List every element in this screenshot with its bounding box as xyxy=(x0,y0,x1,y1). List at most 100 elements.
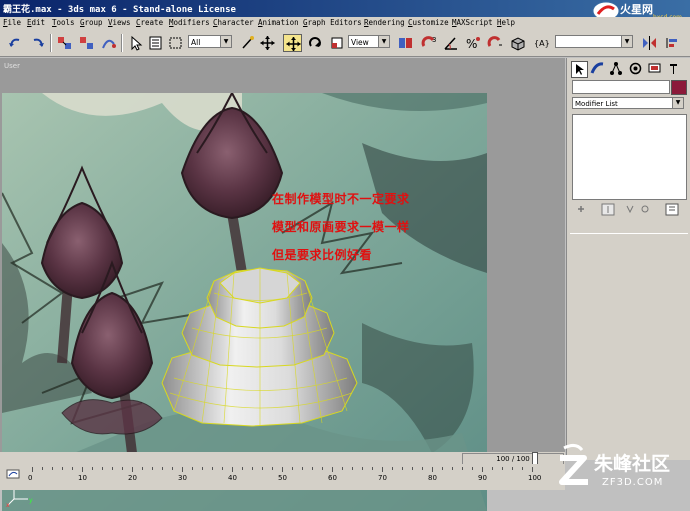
track-minor-tick xyxy=(392,467,393,470)
track-minor-tick xyxy=(452,467,453,470)
menu-edit[interactable]: Edit xyxy=(27,18,45,27)
track-tick-label: 60 xyxy=(328,474,337,482)
angle-snap-icon[interactable] xyxy=(442,34,461,52)
align-icon[interactable] xyxy=(663,34,682,52)
mirror-icon[interactable] xyxy=(640,34,659,52)
bind-to-space-warp-icon[interactable] xyxy=(99,34,118,52)
track-tick xyxy=(382,467,383,472)
track-tick-label: 80 xyxy=(428,474,437,482)
object-color-swatch[interactable] xyxy=(671,80,687,95)
annotation-line-3: 但是要求比例好看 xyxy=(272,248,373,262)
track-minor-tick xyxy=(402,467,403,470)
menu-file[interactable]: File xyxy=(3,18,21,27)
select-and-move-icon[interactable] xyxy=(258,34,277,52)
track-tick xyxy=(82,467,83,472)
track-minor-tick xyxy=(492,467,493,470)
track-tick xyxy=(282,467,283,472)
track-tick xyxy=(332,467,333,472)
track-tick-label: 50 xyxy=(278,474,287,482)
track-tick-label: 10 xyxy=(78,474,87,482)
track-tick xyxy=(432,467,433,472)
svg-text:{A}: {A} xyxy=(534,39,550,48)
percent-snap-icon[interactable]: % xyxy=(464,34,483,52)
annotation-line-1: 在制作模型时不一定要求 xyxy=(272,192,410,206)
create-tab-icon[interactable] xyxy=(571,61,588,78)
track-minor-tick xyxy=(212,467,213,470)
time-slider[interactable]: 100 / 100 xyxy=(0,452,565,466)
select-and-link-magnet-icon[interactable]: 3 xyxy=(420,34,439,52)
track-minor-tick xyxy=(422,467,423,470)
select-and-scale-icon[interactable] xyxy=(328,34,347,52)
track-tick xyxy=(232,467,233,472)
zf3d-watermark: 朱峰社区 ZF3D.COM xyxy=(559,443,670,488)
hierarchy-tab-icon[interactable] xyxy=(609,61,624,76)
named-selection-sets-dropdown[interactable]: ▼ xyxy=(555,35,633,48)
track-minor-tick xyxy=(242,467,243,470)
viewport-scene[interactable]: x y z xyxy=(2,93,487,511)
select-and-move-active-icon[interactable] xyxy=(283,34,302,52)
track-minor-tick xyxy=(412,467,413,470)
menu-tools[interactable]: Tools xyxy=(52,18,75,27)
undo-icon[interactable] xyxy=(6,34,25,52)
menu-bar: File Edit Tools Group Views Create Modif… xyxy=(0,17,690,32)
track-minor-tick xyxy=(262,467,263,470)
motion-tab-icon[interactable] xyxy=(628,61,643,76)
menu-graph-editors[interactable]: Graph Editors xyxy=(303,18,362,27)
select-and-manipulate-icon[interactable] xyxy=(238,34,257,52)
title-bar: 霸王花.max - 3ds max 6 - Stand-alone Licens… xyxy=(0,0,690,21)
track-tick xyxy=(482,467,483,472)
svg-text:y: y xyxy=(29,497,33,504)
track-minor-tick xyxy=(302,467,303,470)
object-name-field[interactable] xyxy=(572,80,670,94)
utilities-tab-icon[interactable] xyxy=(666,61,681,76)
select-and-rotate-icon[interactable] xyxy=(306,34,325,52)
unlink-selection-icon[interactable] xyxy=(77,34,96,52)
track-minor-tick xyxy=(112,467,113,470)
menu-modifiers[interactable]: Modifiers xyxy=(169,18,210,27)
menu-help[interactable]: Help xyxy=(497,18,515,27)
track-minor-tick xyxy=(202,467,203,470)
use-pivot-center-icon[interactable] xyxy=(396,34,415,52)
modifier-stack[interactable] xyxy=(572,114,687,200)
track-bar[interactable]: 0 10 20 30 40 50 60 70 80 90 100 xyxy=(0,464,565,490)
track-minor-tick xyxy=(222,467,223,470)
menu-animation[interactable]: Animation xyxy=(258,18,299,27)
select-and-link-icon[interactable] xyxy=(55,34,74,52)
display-tab-icon[interactable] xyxy=(647,61,662,76)
rectangular-selection-icon[interactable] xyxy=(166,34,185,52)
track-minor-tick xyxy=(42,467,43,470)
window-title: 霸王花.max - 3ds max 6 - Stand-alone Licens… xyxy=(3,5,236,15)
menu-character[interactable]: Character xyxy=(213,18,254,27)
select-object-icon[interactable] xyxy=(126,34,145,52)
menu-rendering[interactable]: Rendering xyxy=(364,18,405,27)
track-tick xyxy=(32,467,33,472)
modify-tab-icon[interactable] xyxy=(590,61,605,76)
menu-group[interactable]: Group xyxy=(80,18,103,27)
named-selection-icon[interactable] xyxy=(508,34,527,52)
menu-views[interactable]: Views xyxy=(108,18,131,27)
track-minor-tick xyxy=(512,467,513,470)
track-tick-label: 70 xyxy=(378,474,387,482)
track-minor-tick xyxy=(192,467,193,470)
menu-customize[interactable]: Customize xyxy=(408,18,449,27)
menu-create[interactable]: Create xyxy=(136,18,163,27)
track-minor-tick xyxy=(172,467,173,470)
modifier-list-dropdown[interactable]: Modifier List ▼ xyxy=(572,97,684,109)
select-by-name-icon[interactable] xyxy=(146,34,165,52)
track-minor-tick xyxy=(102,467,103,470)
viewport-label[interactable]: User xyxy=(4,62,20,70)
command-panel: Modifier List ▼ xyxy=(566,58,690,460)
selection-filter-dropdown[interactable]: All ▼ xyxy=(188,35,232,48)
menu-maxscript[interactable]: MAXScript xyxy=(452,18,493,27)
mini-curve-editor-icon[interactable] xyxy=(6,467,20,481)
edit-named-selections-icon[interactable]: {A} xyxy=(532,34,551,52)
track-tick xyxy=(132,467,133,472)
redo-icon[interactable] xyxy=(28,34,47,52)
track-minor-tick xyxy=(92,467,93,470)
viewport[interactable]: User x y 在制作模型时不一定要求 模型和原画要求一模一样 但是要求比例好… xyxy=(0,58,565,511)
track-tick-label: 90 xyxy=(478,474,487,482)
spinner-snap-icon[interactable] xyxy=(486,34,505,52)
reference-coordinate-dropdown[interactable]: View ▼ xyxy=(348,35,390,48)
track-minor-tick xyxy=(372,467,373,470)
track-tick-label: 0 xyxy=(28,474,33,482)
